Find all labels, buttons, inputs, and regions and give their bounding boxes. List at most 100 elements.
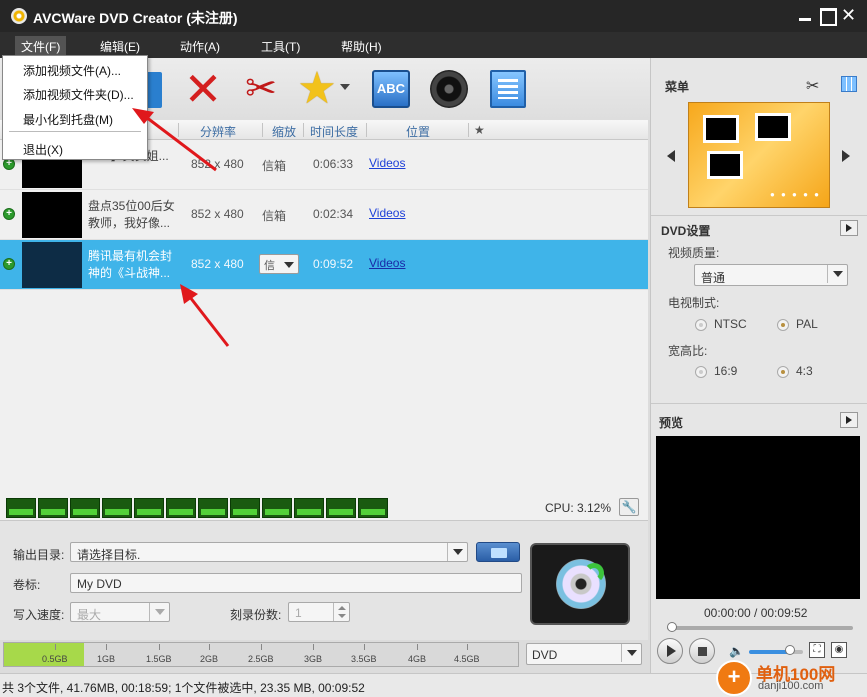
- file-row-selected[interactable]: + 腾讯最有机会封 神的《斗战神... 852 x 480 信 0:09:52 …: [0, 240, 648, 290]
- copies-stepper[interactable]: 1: [288, 602, 350, 622]
- file-resolution: 852 x 480: [191, 207, 244, 221]
- tv-ntsc-radio[interactable]: [695, 319, 707, 331]
- fullscreen-icon[interactable]: ⛶: [809, 642, 825, 658]
- annotation-arrow-icon: [180, 284, 230, 347]
- menu-item-minimize-tray[interactable]: 最小化到托盘(M): [23, 111, 113, 128]
- video-quality-label: 视频质量:: [668, 246, 720, 260]
- file-location-link[interactable]: Videos: [369, 156, 405, 170]
- chevron-down-icon[interactable]: [447, 543, 467, 561]
- menu-template-preview[interactable]: ● ● ● ● ●: [688, 102, 830, 208]
- clip-scissors-icon[interactable]: ✂: [240, 68, 282, 110]
- previous-template-arrow-icon[interactable]: [667, 150, 675, 162]
- volume-handle[interactable]: [785, 645, 795, 655]
- menu-file[interactable]: 文件(F): [15, 36, 67, 57]
- chevron-down-icon[interactable]: [827, 265, 847, 283]
- aspect-16-9-radio[interactable]: [695, 366, 707, 378]
- file-zoom[interactable]: 信箱: [262, 207, 286, 224]
- tv-system-label: 电视制式:: [668, 296, 720, 310]
- burn-button[interactable]: [530, 543, 630, 625]
- aspect-4-3-radio[interactable]: [777, 366, 789, 378]
- capacity-tick: 4GB: [408, 644, 427, 664]
- maximize-button[interactable]: [818, 6, 837, 26]
- browse-folder-button[interactable]: [476, 542, 520, 562]
- write-speed-value: 最大: [77, 608, 102, 622]
- next-template-arrow-icon[interactable]: [842, 150, 850, 162]
- volume-label: 卷标:: [13, 578, 41, 592]
- status-text: 共 3个文件, 41.76MB, 00:18:59; 1个文件被选中, 23.3…: [2, 681, 365, 695]
- output-dir-value: 请选择目标.: [77, 548, 141, 562]
- snapshot-camera-icon[interactable]: ◉: [831, 642, 847, 658]
- chevron-down-icon[interactable]: [621, 644, 641, 662]
- subtitle-abc-icon[interactable]: ABC: [372, 70, 410, 108]
- spin-arrows-icon[interactable]: [333, 603, 349, 621]
- site-watermark: + 单机100网 danji100.com: [716, 658, 867, 697]
- app-logo-icon: [11, 8, 27, 24]
- video-thumbnail: [22, 192, 82, 238]
- write-speed-label: 写入速度:: [13, 608, 65, 622]
- volume-icon[interactable]: 🔈: [729, 644, 744, 658]
- cpu-core-graph: [166, 498, 196, 518]
- file-location-link[interactable]: Videos: [369, 206, 405, 220]
- settings-wrench-icon[interactable]: 🔧: [619, 498, 639, 516]
- seek-handle[interactable]: [667, 622, 677, 632]
- capacity-tick: 3GB: [304, 644, 323, 664]
- file-location-link[interactable]: Videos: [369, 256, 405, 270]
- cpu-core-graph: [102, 498, 132, 518]
- file-name: 腾讯最有机会封 神的《斗战神...: [88, 248, 184, 282]
- right-panel: 菜单 ✂ ● ● ● ● ● DVD设置 视频质量: 普通 电视制式: NTSC…: [650, 58, 867, 673]
- cpu-core-graph: [6, 498, 36, 518]
- close-button[interactable]: ✕: [841, 6, 859, 24]
- menu-help[interactable]: 帮助(H): [335, 36, 388, 57]
- disc-type-select[interactable]: DVD: [526, 643, 642, 665]
- menu-edit[interactable]: 编辑(E): [94, 36, 146, 57]
- dvd-settings-expand-button[interactable]: [840, 220, 858, 236]
- preview-expand-button[interactable]: [840, 412, 858, 428]
- menu-item-exit[interactable]: 退出(X): [23, 141, 63, 158]
- cpu-core-graph: [198, 498, 228, 518]
- star-dropdown-arrow-icon[interactable]: [340, 84, 350, 90]
- aspect-ratio-label: 宽高比:: [668, 344, 708, 358]
- zoom-select[interactable]: 信: [259, 254, 299, 274]
- menu-item-add-video-file[interactable]: 添加视频文件(A)...: [23, 62, 121, 79]
- menu-tools[interactable]: 工具(T): [255, 36, 306, 57]
- preview-time-display: 00:00:00 / 00:09:52: [704, 606, 808, 620]
- copies-label: 刻录份数:: [230, 608, 282, 622]
- tools-icon[interactable]: ✂: [806, 76, 819, 96]
- watermark-url: danji100.com: [758, 680, 824, 692]
- menu-template-grid-icon[interactable]: [841, 76, 857, 92]
- tv-pal-radio[interactable]: [777, 319, 789, 331]
- volume-value: My DVD: [77, 577, 122, 591]
- expand-plus-icon[interactable]: +: [3, 208, 15, 220]
- menu-item-add-video-folder[interactable]: 添加视频文件夹(D)...: [23, 86, 134, 103]
- chapter-list-icon[interactable]: [490, 70, 526, 108]
- play-button[interactable]: [657, 638, 683, 664]
- stop-button[interactable]: [689, 638, 715, 664]
- effect-star-icon[interactable]: ★: [296, 67, 338, 111]
- audio-speaker-icon[interactable]: [430, 70, 468, 108]
- column-location[interactable]: 位置: [406, 123, 430, 140]
- cpu-core-graph: [262, 498, 292, 518]
- chevron-down-icon[interactable]: [284, 262, 294, 268]
- file-row[interactable]: + 盘点35位00后女 教师，我好像... 852 x 480 信箱 0:02:…: [0, 190, 648, 240]
- chevron-down-icon[interactable]: [149, 603, 169, 621]
- file-zoom[interactable]: 信箱: [262, 157, 286, 174]
- expand-plus-icon[interactable]: +: [3, 258, 15, 270]
- output-dir-combo[interactable]: 请选择目标.: [70, 542, 468, 562]
- capacity-tick: 3.5GB: [351, 644, 377, 664]
- column-star[interactable]: ★: [474, 123, 485, 137]
- write-speed-select[interactable]: 最大: [70, 602, 170, 622]
- menu-action[interactable]: 动作(A): [174, 36, 226, 57]
- section-divider: [651, 215, 867, 216]
- zoom-select-value: 信: [264, 260, 275, 272]
- column-zoom[interactable]: 缩放: [272, 123, 296, 140]
- menu-thumbnail-frame: [755, 113, 791, 141]
- video-quality-select[interactable]: 普通: [694, 264, 848, 286]
- minimize-button[interactable]: [796, 6, 814, 24]
- cpu-core-graph: [358, 498, 388, 518]
- volume-input[interactable]: My DVD: [70, 573, 522, 593]
- seek-bar[interactable]: [667, 626, 853, 630]
- window-title: AVCWare DVD Creator (未注册): [33, 10, 238, 26]
- column-duration[interactable]: 时间长度: [310, 123, 358, 140]
- aspect-4-3-label: 4:3: [796, 364, 813, 378]
- cpu-core-graph: [230, 498, 260, 518]
